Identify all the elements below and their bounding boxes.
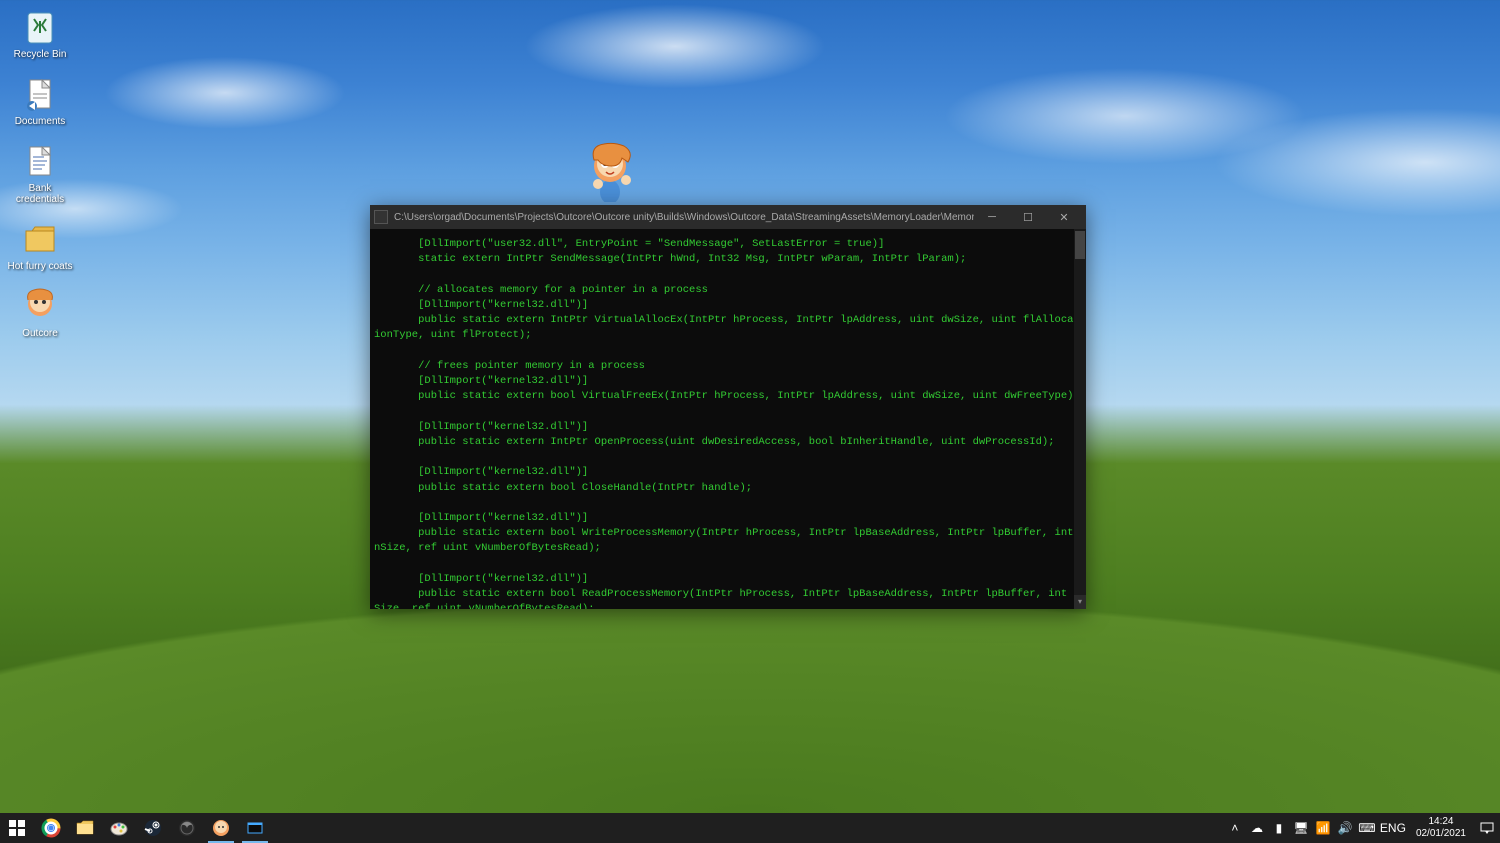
- desktop-icon-bank-credentials[interactable]: Bank credentials: [5, 139, 75, 207]
- document-icon: [20, 74, 60, 114]
- tray-network-icon[interactable]: 📶: [1312, 813, 1334, 843]
- vertical-scrollbar[interactable]: ▾: [1074, 229, 1086, 609]
- desktop-icons-area: Recycle Bin Documents Bank credentials H…: [5, 5, 85, 351]
- taskbar-left: [0, 813, 272, 843]
- taskbar-chrome[interactable]: [34, 813, 68, 843]
- icon-label: Outcore: [22, 328, 58, 339]
- text-file-icon: [20, 141, 60, 181]
- title-bar[interactable]: C:\Users\orgad\Documents\Projects\Outcor…: [370, 205, 1086, 229]
- desktop-icon-documents[interactable]: Documents: [5, 72, 75, 129]
- taskbar-paint[interactable]: [102, 813, 136, 843]
- clock-date: 02/01/2021: [1416, 828, 1466, 840]
- icon-label: Documents: [15, 116, 66, 127]
- taskbar: ˄ ☁ ▮ 🖥 📶 🔊 ⌨ ENG 14:24 02/01/2021: [0, 813, 1500, 843]
- action-center-button[interactable]: [1474, 813, 1500, 843]
- taskbar-outcore[interactable]: [204, 813, 238, 843]
- desktop-icon-outcore[interactable]: Outcore: [5, 284, 75, 341]
- tray-display-icon[interactable]: 🖥: [1290, 813, 1312, 843]
- icon-label: Recycle Bin: [14, 49, 67, 60]
- window-controls: ─ ☐ ✕: [974, 206, 1082, 228]
- tray-onedrive-icon[interactable]: ☁: [1246, 813, 1268, 843]
- tray-battery-icon[interactable]: ▮: [1268, 813, 1290, 843]
- tray-language[interactable]: ENG: [1378, 813, 1408, 843]
- tray-input-icon[interactable]: ⌨: [1356, 813, 1378, 843]
- desktop-icon-hot-furry-coats[interactable]: Hot furry coats: [5, 217, 75, 274]
- desktop-icon-recycle-bin[interactable]: Recycle Bin: [5, 5, 75, 62]
- console-body[interactable]: [DllImport("user32.dll", EntryPoint = "S…: [370, 229, 1086, 609]
- console-icon: [374, 210, 388, 224]
- close-button[interactable]: ✕: [1046, 206, 1082, 228]
- taskbar-file-explorer[interactable]: [68, 813, 102, 843]
- recycle-bin-icon: [20, 7, 60, 47]
- tray-chevron-icon[interactable]: ˄: [1224, 813, 1246, 843]
- window-title: C:\Users\orgad\Documents\Projects\Outcor…: [394, 212, 974, 223]
- clock-time: 14:24: [1416, 816, 1466, 828]
- start-button[interactable]: [0, 813, 34, 843]
- minimize-button[interactable]: ─: [974, 206, 1010, 228]
- console-output: [DllImport("user32.dll", EntryPoint = "S…: [374, 237, 1082, 609]
- outcore-game-icon: [20, 286, 60, 326]
- scroll-thumb[interactable]: [1075, 231, 1085, 259]
- folder-icon: [20, 219, 60, 259]
- maximize-button[interactable]: ☐: [1010, 206, 1046, 228]
- taskbar-clock[interactable]: 14:24 02/01/2021: [1408, 816, 1474, 840]
- game-character-sprite: [580, 142, 640, 202]
- taskbar-right: ˄ ☁ ▮ 🖥 📶 🔊 ⌨ ENG 14:24 02/01/2021: [1224, 813, 1500, 843]
- taskbar-console[interactable]: [238, 813, 272, 843]
- taskbar-steam[interactable]: [136, 813, 170, 843]
- console-window: C:\Users\orgad\Documents\Projects\Outcor…: [370, 205, 1086, 609]
- tray-volume-icon[interactable]: 🔊: [1334, 813, 1356, 843]
- icon-label: Hot furry coats: [7, 261, 72, 272]
- icon-label: Bank credentials: [7, 183, 73, 205]
- taskbar-obs[interactable]: [170, 813, 204, 843]
- scroll-down-arrow[interactable]: ▾: [1074, 595, 1086, 609]
